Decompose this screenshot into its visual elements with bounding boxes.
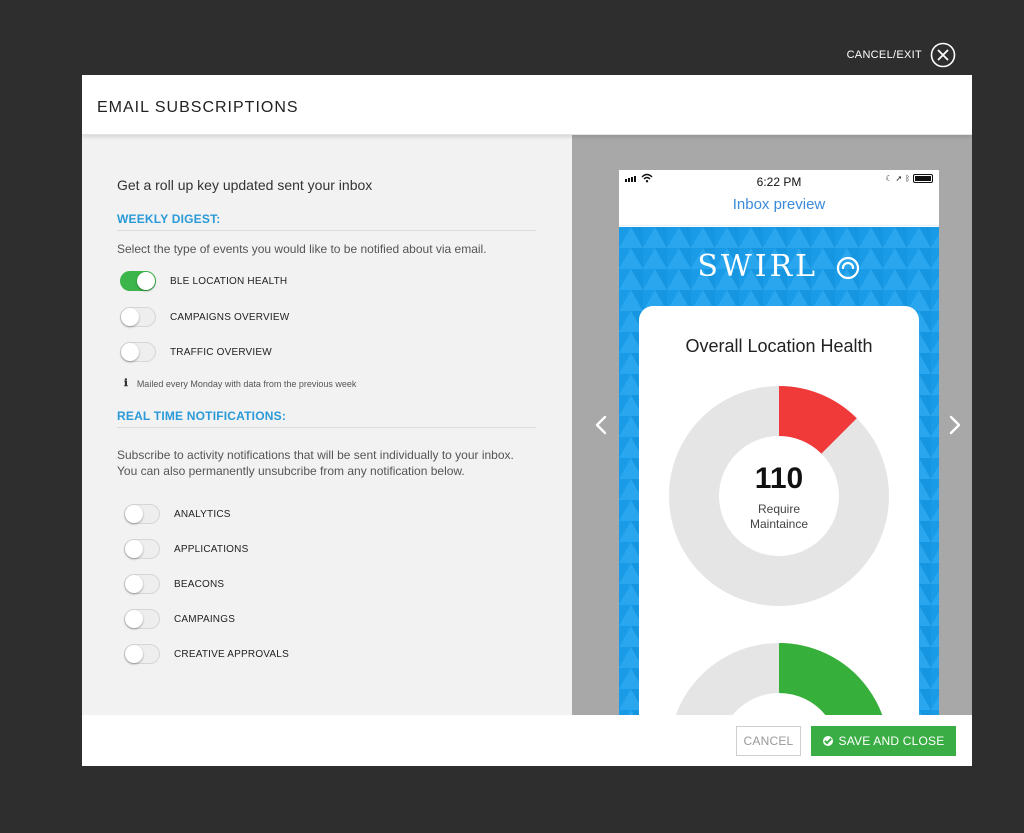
require-maintenance-label: Require Maintaince (729, 502, 829, 532)
ble-location-health-toggle[interactable] (120, 271, 156, 291)
toggle-knob (125, 505, 143, 523)
toggle-label: APPLICATIONS (174, 543, 249, 555)
settings-panel: Get a roll up key updated sent your inbo… (82, 135, 572, 715)
cancel-button[interactable]: CANCEL (736, 726, 801, 756)
toggle-row-applications[interactable]: APPLICATIONS (124, 539, 248, 559)
bluetooth-icon: ᛒ (905, 174, 910, 183)
analytics-toggle[interactable] (124, 504, 160, 524)
traffic-overview-toggle[interactable] (120, 342, 156, 362)
toggle-row-traffic-overview[interactable]: TRAFFIC OVERVIEW (120, 342, 272, 362)
real-time-notifications-title: REAL TIME NOTIFICATIONS: (117, 409, 287, 423)
divider (117, 230, 536, 231)
location-health-card: Overall Location Health 110 Require Main… (639, 306, 919, 715)
phone-preview: 6:22 PM ☾ ➚ ᛒ Inbox preview SWIRL Overal… (619, 170, 939, 715)
toggle-knob (125, 645, 143, 663)
weekly-note-text: Mailed every Monday with data from the p… (136, 378, 357, 389)
toggle-label: TRAFFIC OVERVIEW (170, 346, 272, 358)
require-maintenance-count: 110 (754, 462, 804, 495)
save-and-close-button[interactable]: SAVE AND CLOSE (811, 726, 956, 756)
toggle-label: BEACONS (174, 578, 225, 590)
toggle-row-campaings[interactable]: CAMPAINGS (124, 609, 235, 629)
second-health-donut (675, 643, 883, 715)
toggle-row-beacons[interactable]: BEACONS (124, 574, 224, 594)
card-title: Overall Location Health (685, 336, 873, 356)
toggle-knob (125, 575, 143, 593)
applications-toggle[interactable] (124, 539, 160, 559)
toggle-knob (121, 343, 139, 361)
weekly-digest-title: WEEKLY DIGEST: (117, 212, 221, 226)
brand-name: SWIRL (697, 249, 819, 284)
modal-header: EMAIL SUBSCRIPTIONS (82, 75, 972, 135)
info-icon: ℹ (124, 378, 128, 389)
modal-title: EMAIL SUBSCRIPTIONS (97, 99, 299, 116)
close-circle-icon[interactable] (930, 42, 956, 68)
weekly-digest-description: Select the type of events you would like… (117, 242, 487, 256)
weekly-note: ℹ Mailed every Monday with data from the… (124, 378, 356, 389)
campaigns-overview-toggle[interactable] (120, 307, 156, 327)
toggle-knob (125, 540, 143, 558)
inbox-preview-title: Inbox preview (619, 192, 939, 226)
toggle-knob (125, 610, 143, 628)
phone-status-bar: 6:22 PM ☾ ➚ ᛒ (619, 170, 939, 192)
toggle-label: ANALYTICS (174, 508, 231, 520)
save-and-close-label: SAVE AND CLOSE (838, 734, 945, 748)
email-preview: SWIRL Overall Location Health 110 Requir… (619, 227, 939, 715)
location-health-donut (669, 386, 889, 606)
email-subscriptions-modal: EMAIL SUBSCRIPTIONS Get a roll up key up… (82, 75, 972, 766)
check-circle-icon (822, 736, 833, 746)
toggle-label: CAMPAIGNS OVERVIEW (170, 311, 290, 323)
donut-segment-green (778, 643, 883, 715)
chevron-right-icon[interactable] (946, 413, 964, 437)
creative-approvals-toggle[interactable] (124, 644, 160, 664)
donut-track (669, 386, 889, 606)
toggle-knob (137, 272, 155, 290)
battery-icon (913, 174, 933, 183)
cancel-exit-button[interactable]: CANCEL/EXIT (847, 42, 956, 68)
count-label-line-1: Require (757, 502, 801, 516)
chevron-left-icon[interactable] (592, 413, 610, 437)
location-arrow-icon: ➚ (895, 174, 903, 183)
intro-text: Get a roll up key updated sent your inbo… (117, 177, 373, 193)
campaings-toggle[interactable] (124, 609, 160, 629)
toggle-row-campaigns-overview[interactable]: CAMPAIGNS OVERVIEW (120, 307, 289, 327)
real-time-description: Subscribe to activity notifications that… (117, 447, 547, 479)
toggle-row-analytics[interactable]: ANALYTICS (124, 504, 231, 524)
divider (117, 427, 536, 428)
toggle-knob (121, 308, 139, 326)
modal-footer: CANCEL SAVE AND CLOSE (82, 715, 972, 766)
toggle-row-creative-approvals[interactable]: CREATIVE APPROVALS (124, 644, 289, 664)
toggle-label: BLE LOCATION HEALTH (170, 275, 288, 287)
toggle-label: CAMPAINGS (174, 613, 236, 625)
brand-logo: SWIRL (619, 249, 939, 284)
swirl-logo-icon (836, 256, 859, 280)
count-label-line-2: Maintaince (749, 517, 809, 531)
cancel-exit-label: CANCEL/EXIT (846, 49, 922, 61)
beacons-toggle[interactable] (124, 574, 160, 594)
preview-panel: 6:22 PM ☾ ➚ ᛒ Inbox preview SWIRL Overal… (572, 135, 972, 715)
real-time-description-line-2: You can also permanently unsubcribe from… (117, 464, 465, 478)
toggle-row-ble-location-health[interactable]: BLE LOCATION HEALTH (120, 271, 287, 291)
phone-status-icons: ☾ ➚ ᛒ (885, 174, 933, 183)
moon-icon: ☾ (885, 174, 893, 183)
donut-segment-red (777, 386, 857, 455)
toggle-label: CREATIVE APPROVALS (174, 648, 289, 660)
real-time-description-line-1: Subscribe to activity notifications that… (117, 448, 514, 462)
